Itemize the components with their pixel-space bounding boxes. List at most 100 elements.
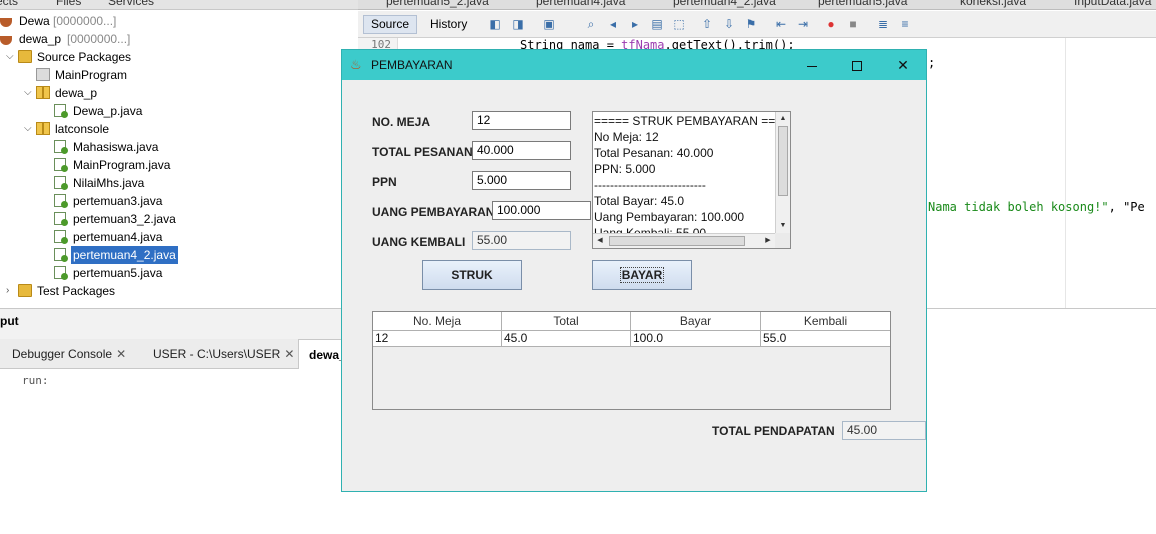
find-icon[interactable]: ⌕ — [584, 17, 598, 31]
chevron-down-icon[interactable]: ⌵ — [24, 120, 32, 138]
toggle-highlight-icon[interactable]: ▤ — [650, 17, 664, 31]
back-icon[interactable]: ◧ — [488, 17, 502, 31]
tree-item[interactable]: NilaiMhs.java — [0, 174, 358, 192]
tree-item-label: Dewa_p.java — [73, 104, 143, 118]
tree-item[interactable]: Dewa [0000000...] — [0, 12, 358, 30]
editor-tab[interactable]: pertemuan4_2.java — [673, 0, 776, 8]
scroll-down-icon[interactable]: ▼ — [776, 219, 790, 233]
toggle-selection-icon[interactable]: ⬚ — [672, 17, 686, 31]
editor-tab[interactable]: InputData.java — [1074, 0, 1151, 8]
scroll-up-icon[interactable]: ▲ — [776, 112, 790, 126]
toggle-bookmark-icon[interactable]: ⚑ — [744, 17, 758, 31]
next-bookmark-icon[interactable]: ⇩ — [722, 17, 736, 31]
tree-item-label: dewa_p — [19, 32, 62, 46]
table-header: No. Meja Total Bayar Kembali — [373, 312, 890, 331]
payment-table[interactable]: No. Meja Total Bayar Kembali 12 45.0 100… — [372, 311, 891, 410]
maximize-button[interactable] — [834, 50, 880, 80]
tree-item[interactable]: dewa_p [0000000...] — [0, 30, 358, 48]
navigate-icon[interactable]: ▣ — [542, 17, 556, 31]
tree-item[interactable]: Dewa_p.java — [0, 102, 358, 120]
scroll-corner — [775, 233, 790, 248]
chevron-down-icon[interactable]: ⌵ — [6, 48, 14, 66]
total-pendapatan-field: 45.00 — [842, 421, 926, 440]
table-row[interactable]: 12 45.0 100.0 55.0 — [373, 331, 890, 347]
label-uang-pembayaran: UANG PEMBAYARAN — [372, 205, 495, 219]
tree-item[interactable]: pertemuan4.java — [0, 228, 358, 246]
record-macro-icon[interactable]: ● — [824, 17, 838, 31]
label-no-meja: NO. MEJA — [372, 115, 431, 129]
source-button[interactable]: Source — [363, 15, 418, 34]
tree-item[interactable]: pertemuan3_2.java — [0, 210, 358, 228]
forward-icon[interactable]: ◨ — [511, 17, 525, 31]
tree-item[interactable]: pertemuan5.java — [0, 264, 358, 282]
close-button[interactable]: ✕ — [880, 50, 926, 80]
editor-tab[interactable]: pertemuan5_2.java — [386, 0, 489, 8]
scroll-thumb[interactable] — [609, 236, 745, 246]
dialog-titlebar[interactable]: ♨ PEMBAYARAN ✕ — [342, 50, 926, 80]
receipt-text: ===== STRUK PEMBAYARAN ===== No Meja: 12… — [594, 114, 775, 233]
vertical-scrollbar[interactable]: ▲ ▼ — [775, 112, 790, 234]
uang-pembayaran-field[interactable]: 100.000 — [492, 201, 591, 220]
scroll-thumb[interactable] — [778, 126, 788, 196]
coffee-cup-icon — [0, 36, 12, 45]
total-pesanan-field[interactable]: 40.000 — [472, 141, 571, 160]
horizontal-scrollbar[interactable]: ◀ ▶ — [593, 233, 776, 248]
output-panel-header: put — [0, 309, 358, 339]
tree-item-suffix: [0000000...] — [53, 14, 117, 28]
uncomment-icon[interactable]: ≡ — [898, 17, 912, 31]
minimize-icon — [807, 65, 817, 67]
receipt-textarea[interactable]: ===== STRUK PEMBAYARAN ===== No Meja: 12… — [592, 111, 791, 249]
column-header-total[interactable]: Total — [502, 312, 631, 331]
history-button[interactable]: History — [422, 15, 475, 34]
stop-macro-icon[interactable]: ■ — [846, 17, 860, 31]
chevron-down-icon[interactable]: ⌵ — [24, 84, 32, 102]
tree-item-label: pertemuan5.java — [73, 266, 163, 280]
close-icon[interactable]: ✕ — [284, 347, 294, 361]
previous-bookmark-icon[interactable]: ⇧ — [700, 17, 714, 31]
column-header-kembali[interactable]: Kembali — [761, 312, 890, 331]
tree-item[interactable]: pertemuan3.java — [0, 192, 358, 210]
tree-item[interactable]: ⌵ Source Packages — [0, 48, 358, 66]
close-icon[interactable]: ✕ — [116, 347, 126, 361]
tree-item[interactable]: MainProgram — [0, 66, 358, 84]
java-file-icon — [54, 176, 68, 190]
tab-debugger-console[interactable]: Debugger Console ✕ — [12, 347, 126, 361]
chevron-right-icon[interactable]: › — [6, 282, 9, 300]
scroll-right-icon[interactable]: ▶ — [761, 234, 775, 248]
scroll-left-icon[interactable]: ◀ — [593, 234, 607, 248]
tree-item-label: latconsole — [55, 122, 110, 136]
tab-user-output[interactable]: USER - C:\Users\USER ✕ — [153, 347, 294, 361]
tree-item[interactable]: Mahasiswa.java — [0, 138, 358, 156]
tree-item-label: Source Packages — [37, 50, 132, 64]
java-file-icon — [54, 140, 68, 154]
tree-item[interactable]: ⌵ dewa_p — [0, 84, 358, 102]
java-file-icon — [54, 248, 68, 262]
tree-item[interactable]: MainProgram.java — [0, 156, 358, 174]
struk-button[interactable]: STRUK — [422, 260, 522, 290]
package-grey-icon — [36, 68, 50, 81]
ppn-field[interactable]: 5.000 — [472, 171, 571, 190]
tree-item[interactable]: › Test Packages — [0, 282, 358, 300]
tree-item[interactable]: ⌵ latconsole — [0, 120, 358, 138]
java-file-icon — [54, 266, 68, 280]
find-next-icon[interactable]: ▸ — [628, 17, 642, 31]
bayar-button[interactable]: BAYAR — [592, 260, 692, 290]
column-header-bayar[interactable]: Bayar — [631, 312, 761, 331]
shift-right-icon[interactable]: ⇥ — [796, 17, 810, 31]
tab-services[interactable]: Services — [108, 0, 154, 8]
editor-tab[interactable]: pertemuan4.java — [536, 0, 625, 8]
column-header-no-meja[interactable]: No. Meja — [373, 312, 502, 331]
editor-toolbar: Source History ◧ ◨ ▣ ⌕ ◂ ▸ ▤ ⬚ ⇧ ⇩ ⚑ ⇤ ⇥… — [358, 11, 1156, 38]
editor-tab[interactable]: pertemuan5.java — [818, 0, 907, 8]
table-cell: 12 — [373, 331, 502, 347]
editor-tab[interactable]: koneksi.java — [960, 0, 1026, 8]
comment-icon[interactable]: ≣ — [876, 17, 890, 31]
no-meja-field[interactable]: 12 — [472, 111, 571, 130]
find-previous-icon[interactable]: ◂ — [606, 17, 620, 31]
minimize-button[interactable] — [789, 50, 835, 80]
editor-tabs: pertemuan5_2.java pertemuan4.java pertem… — [358, 0, 1156, 10]
tab-projects[interactable]: ects — [0, 0, 18, 8]
tree-item[interactable]: pertemuan4_2.java — [0, 246, 358, 264]
shift-left-icon[interactable]: ⇤ — [774, 17, 788, 31]
tab-files[interactable]: Files — [56, 0, 81, 8]
